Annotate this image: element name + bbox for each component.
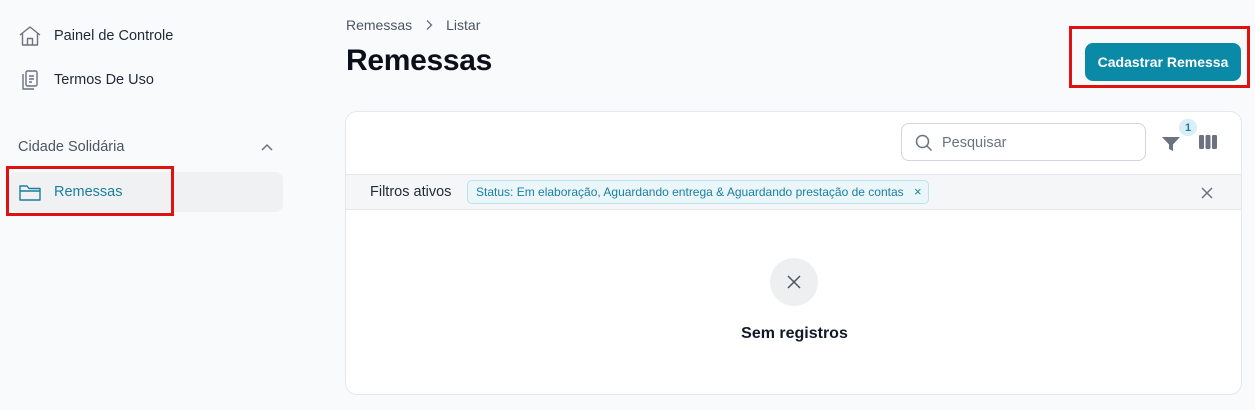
sidebar: Painel de Controle Termos De Uso Cidade … xyxy=(0,0,290,410)
folder-icon xyxy=(18,181,42,203)
sidebar-section-label: Cidade Solidária xyxy=(18,139,125,155)
sidebar-item-label: Termos De Uso xyxy=(54,72,154,88)
columns-icon[interactable] xyxy=(1198,133,1218,151)
document-icon xyxy=(18,69,42,91)
filter-chip-status: Status: Em elaboração, Aguardando entreg… xyxy=(467,180,929,204)
breadcrumb: Remessas Listar xyxy=(346,17,480,33)
cadastrar-remessa-button[interactable]: Cadastrar Remessa xyxy=(1085,43,1241,81)
empty-state-icon xyxy=(770,258,818,306)
sidebar-item-painel-de-controle[interactable]: Painel de Controle xyxy=(8,16,283,56)
clear-filters-icon[interactable] xyxy=(1200,186,1214,200)
app-root: Painel de Controle Termos De Uso Cidade … xyxy=(0,0,1255,410)
breadcrumb-item-remessas[interactable]: Remessas xyxy=(346,17,412,33)
page-title: Remessas xyxy=(346,44,493,77)
breadcrumb-item-listar: Listar xyxy=(446,17,481,33)
search-input[interactable] xyxy=(942,132,1137,154)
search-field[interactable] xyxy=(901,123,1146,161)
filter-chip-label: Status: Em elaboração, Aguardando entreg… xyxy=(476,185,904,199)
empty-state-text: Sem registros xyxy=(741,325,848,342)
active-filters-bar: Filtros ativos Status: Em elaboração, Ag… xyxy=(346,174,1241,210)
remove-filter-icon[interactable]: × xyxy=(914,181,922,203)
filter-count-badge: 1 xyxy=(1179,119,1197,136)
sidebar-item-label: Remessas xyxy=(54,184,123,200)
active-filters-label: Filtros ativos xyxy=(370,184,452,200)
home-icon xyxy=(18,25,42,47)
sidebar-section-cidade-solidaria[interactable]: Cidade Solidária xyxy=(18,139,276,159)
sidebar-item-label: Painel de Controle xyxy=(54,28,174,44)
chevron-up-icon xyxy=(260,141,274,155)
sidebar-item-remessas[interactable]: Remessas xyxy=(8,172,283,212)
filter-icon[interactable] xyxy=(1160,132,1182,154)
chevron-right-icon xyxy=(412,18,446,32)
list-card: 1 Filtros ativos Status: Em elaboração, … xyxy=(345,111,1242,395)
search-icon xyxy=(915,134,933,152)
sidebar-item-termos-de-uso[interactable]: Termos De Uso xyxy=(8,60,283,100)
